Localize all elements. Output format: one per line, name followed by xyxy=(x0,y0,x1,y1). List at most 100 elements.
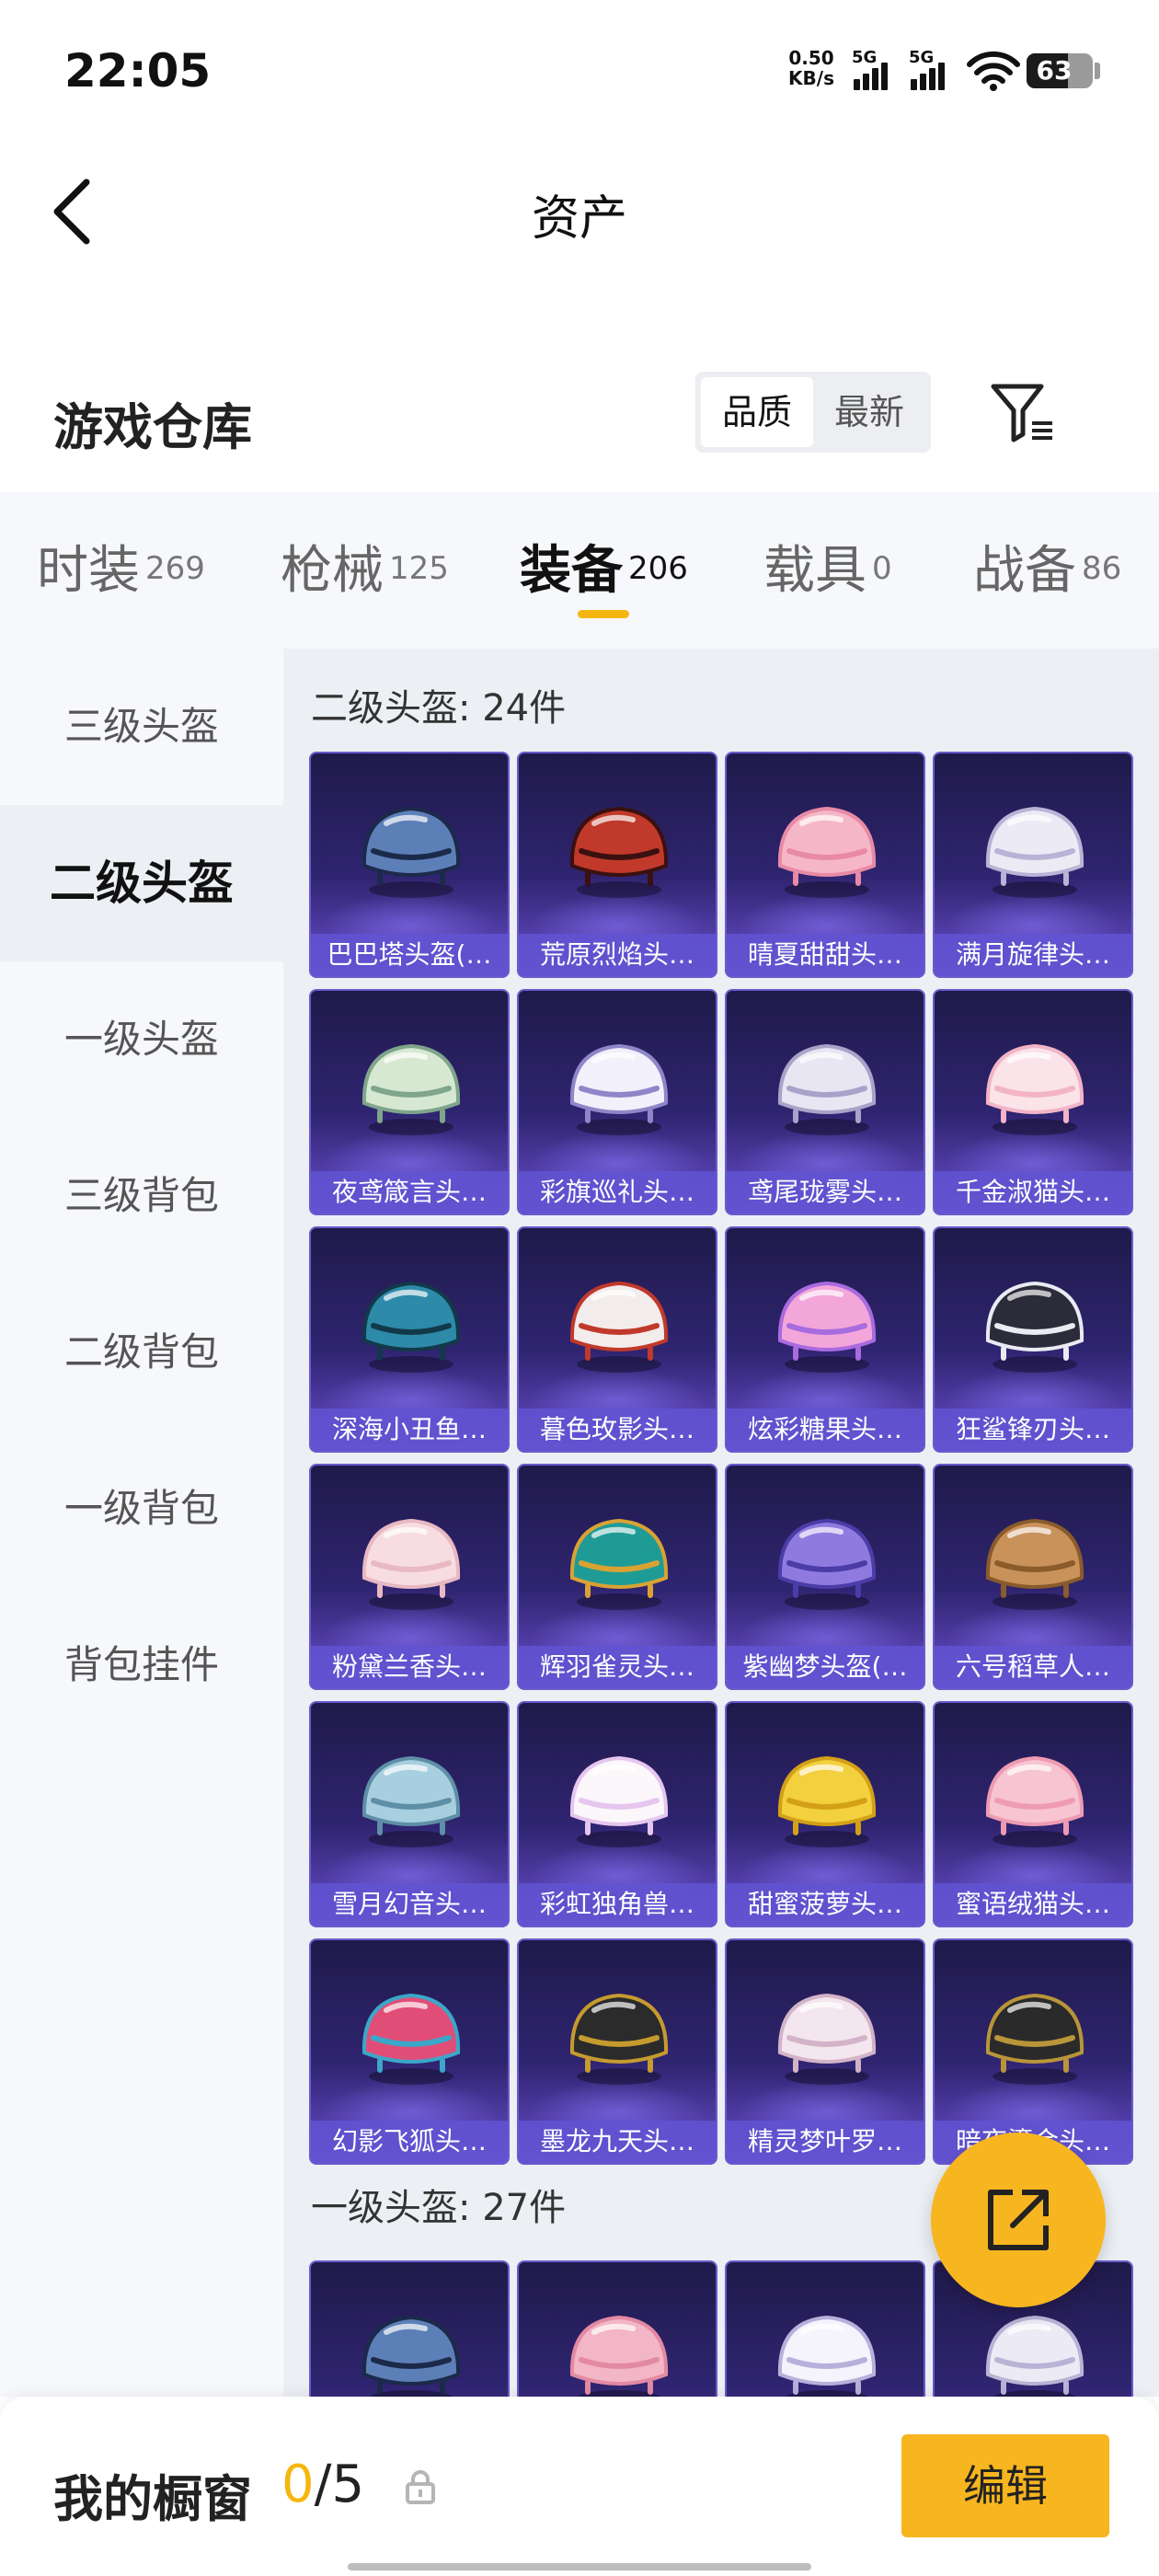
share-icon xyxy=(988,2190,1049,2250)
helmet-image xyxy=(559,1024,679,1144)
group-title: 二级头盔: 24件 xyxy=(311,687,567,730)
sidebar-item-level1-backpack[interactable]: 一级背包 xyxy=(0,1431,283,1587)
item-name: 幻影飞狐头… xyxy=(311,2121,508,2163)
helmet-image xyxy=(975,1024,1095,1144)
network-speed: 0.50 KB/s xyxy=(784,48,839,88)
wifi-icon xyxy=(967,51,1020,91)
helmet-image xyxy=(559,1736,679,1856)
tab-battle-supplies[interactable]: 战备 86 xyxy=(973,529,1121,604)
sort-toggle: 品质 最新 xyxy=(695,372,931,453)
item-name: 紫幽梦头盔(… xyxy=(727,1646,924,1688)
item-name: 六号稻草人… xyxy=(935,1646,1131,1688)
item-card[interactable]: 墨龙九天头… xyxy=(517,1938,717,2165)
helmet-image xyxy=(975,1261,1095,1381)
tab-label: 装备 xyxy=(520,541,623,601)
item-card[interactable]: 狂鲨锋刃头… xyxy=(933,1226,1133,1453)
item-name: 彩虹独角兽… xyxy=(519,1883,716,1926)
item-card[interactable]: 深海小丑鱼… xyxy=(309,1226,510,1453)
share-button[interactable] xyxy=(931,2133,1106,2307)
helmet-image xyxy=(559,1261,679,1381)
network-speed-unit: KB/s xyxy=(788,67,834,89)
item-name: 炫彩糖果头… xyxy=(727,1409,924,1451)
signal-type-label: 5G xyxy=(909,48,935,67)
item-card[interactable]: 雪月幻音头… xyxy=(309,1701,510,1927)
tab-count: 269 xyxy=(145,549,205,587)
tab-label: 战备 xyxy=(973,541,1076,601)
item-card[interactable]: 晴夏甜甜头… xyxy=(725,752,925,978)
tab-count: 86 xyxy=(1082,549,1122,587)
group-title: 一级头盔: 27件 xyxy=(311,2187,567,2229)
helmet-image xyxy=(767,1024,887,1144)
active-tab-indicator xyxy=(578,610,629,618)
item-card[interactable]: 彩旗巡礼头… xyxy=(517,989,717,1215)
item-card[interactable]: 彩虹独角兽… xyxy=(517,1701,717,1927)
tab-fashion[interactable]: 时装 269 xyxy=(37,529,205,604)
status-time: 22:05 xyxy=(64,44,212,98)
item-card[interactable]: 蜜语绒猫头… xyxy=(933,1701,1133,1927)
item-name: 粉黛兰香头… xyxy=(311,1646,508,1688)
status-bar: 22:05 0.50 KB/s 5G 5G 63 xyxy=(0,0,1159,138)
sidebar-item-level3-helmet[interactable]: 三级头盔 xyxy=(0,649,283,805)
item-card[interactable] xyxy=(517,2260,717,2397)
item-name: 狂鲨锋刃头… xyxy=(935,1409,1131,1451)
signal-type-label: 5G xyxy=(852,48,878,67)
item-card[interactable]: 辉羽雀灵头… xyxy=(517,1464,717,1690)
helmet-image xyxy=(975,1499,1095,1618)
item-name: 巴巴塔头盔(… xyxy=(311,934,508,976)
showcase-count: 0/5 xyxy=(281,2455,364,2514)
section-title: 游戏仓库 xyxy=(53,398,252,456)
helmet-image xyxy=(351,1973,471,2093)
showcase-current: 0 xyxy=(281,2455,315,2514)
helmet-image xyxy=(767,2295,887,2397)
item-card[interactable] xyxy=(725,2260,925,2397)
cell-signal-icon: 5G xyxy=(852,48,903,92)
item-name: 鸢尾珑雾头… xyxy=(727,1171,924,1213)
item-card[interactable]: 荒原烈焰头… xyxy=(517,752,717,978)
item-name: 荒原烈焰头… xyxy=(519,934,716,976)
sidebar-item-level2-backpack[interactable]: 二级背包 xyxy=(0,1274,283,1431)
sidebar-item-backpack-charm[interactable]: 背包挂件 xyxy=(0,1587,283,1743)
item-card[interactable]: 暮色玫影头… xyxy=(517,1226,717,1453)
item-card[interactable]: 巴巴塔头盔(… xyxy=(309,752,510,978)
helmet-image xyxy=(351,1261,471,1381)
sidebar-item-level3-backpack[interactable]: 三级背包 xyxy=(0,1118,283,1274)
item-card[interactable]: 幻影飞狐头… xyxy=(309,1938,510,2165)
tab-vehicles[interactable]: 载具 0 xyxy=(763,529,892,604)
item-name: 满月旋律头… xyxy=(935,934,1131,976)
item-card[interactable]: 鸢尾珑雾头… xyxy=(725,989,925,1215)
sidebar-item-level1-helmet[interactable]: 一级头盔 xyxy=(0,961,283,1118)
item-name: 千金淑猫头… xyxy=(935,1171,1131,1213)
item-name: 暮色玫影头… xyxy=(519,1409,716,1451)
filter-icon[interactable] xyxy=(990,381,1056,445)
tab-equipment[interactable]: 装备 206 xyxy=(520,529,688,604)
item-name: 蜜语绒猫头… xyxy=(935,1883,1131,1926)
item-name: 彩旗巡礼头… xyxy=(519,1171,716,1213)
item-card[interactable]: 紫幽梦头盔(… xyxy=(725,1464,925,1690)
item-card[interactable]: 粉黛兰香头… xyxy=(309,1464,510,1690)
item-card[interactable]: 暗夜鎏金头… xyxy=(933,1938,1133,2165)
helmet-image xyxy=(767,787,887,906)
item-card[interactable]: 六号稻草人… xyxy=(933,1464,1133,1690)
showcase-total: /5 xyxy=(314,2455,365,2514)
cell-signal-icon: 5G xyxy=(909,48,960,92)
item-card[interactable]: 千金淑猫头… xyxy=(933,989,1133,1215)
item-card[interactable] xyxy=(309,2260,510,2397)
helmet-image xyxy=(767,1499,887,1618)
helmet-image xyxy=(351,2295,471,2397)
item-card[interactable]: 精灵梦叶罗… xyxy=(725,1938,925,2165)
sidebar-item-level2-helmet[interactable]: 二级头盔 xyxy=(0,805,283,961)
helmet-image xyxy=(559,1499,679,1618)
item-card[interactable]: 满月旋律头… xyxy=(933,752,1133,978)
edit-button[interactable]: 编辑 xyxy=(901,2434,1109,2537)
home-indicator[interactable] xyxy=(348,2563,811,2570)
item-name: 辉羽雀灵头… xyxy=(519,1646,716,1688)
item-card[interactable]: 甜蜜菠萝头… xyxy=(725,1701,925,1927)
battery-tip xyxy=(1095,63,1100,79)
helmet-image xyxy=(559,787,679,906)
item-card[interactable]: 夜鸢箴言头… xyxy=(309,989,510,1215)
helmet-image xyxy=(975,2295,1095,2397)
sort-option-quality[interactable]: 品质 xyxy=(701,377,813,447)
item-card[interactable]: 炫彩糖果头… xyxy=(725,1226,925,1453)
sort-option-latest[interactable]: 最新 xyxy=(813,377,925,447)
tab-firearms[interactable]: 枪械 125 xyxy=(281,529,449,604)
